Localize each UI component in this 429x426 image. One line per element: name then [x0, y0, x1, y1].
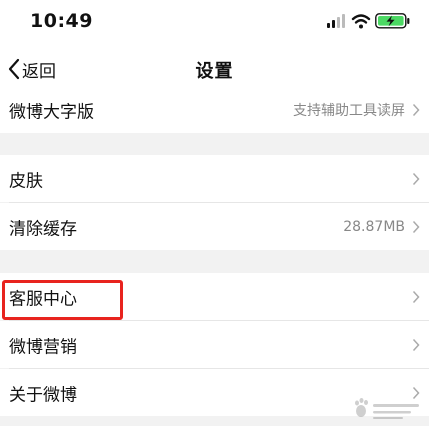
- row-value: 28.87MB: [343, 218, 405, 235]
- baidu-watermark: [353, 396, 423, 422]
- chevron-right-icon: [412, 172, 420, 185]
- signal-icon: [327, 14, 345, 28]
- row-label: 客服中心: [9, 289, 77, 309]
- status-bar: 10:49: [0, 0, 429, 44]
- battery-charging-icon: [375, 13, 410, 29]
- row-label: 微博大字版: [9, 102, 94, 122]
- chevron-right-icon: [412, 290, 420, 303]
- chevron-right-icon: [412, 220, 420, 233]
- row-label: 微博营销: [9, 337, 77, 357]
- baidu-paw-icon: [355, 398, 419, 419]
- settings-row-customer-service[interactable]: 客服中心: [0, 273, 429, 320]
- status-icons: [327, 11, 415, 31]
- row-label: 清除缓存: [9, 219, 77, 239]
- row-value: 支持辅助工具读屏: [293, 102, 405, 119]
- status-time: 10:49: [30, 10, 93, 32]
- settings-row-weibo-marketing[interactable]: 微博营销: [0, 321, 429, 368]
- settings-row-clear-cache[interactable]: 清除缓存 28.87MB: [0, 203, 429, 250]
- page-title: 设置: [195, 61, 234, 82]
- settings-row-weibo-large-font[interactable]: 微博大字版 支持辅助工具读屏: [0, 86, 429, 133]
- row-label: 皮肤: [9, 171, 43, 191]
- wifi-icon: [351, 14, 371, 29]
- chevron-right-icon: [412, 103, 420, 116]
- row-label: 关于微博: [9, 385, 77, 405]
- settings-row-skin[interactable]: 皮肤: [0, 155, 429, 202]
- chevron-right-icon: [412, 338, 420, 351]
